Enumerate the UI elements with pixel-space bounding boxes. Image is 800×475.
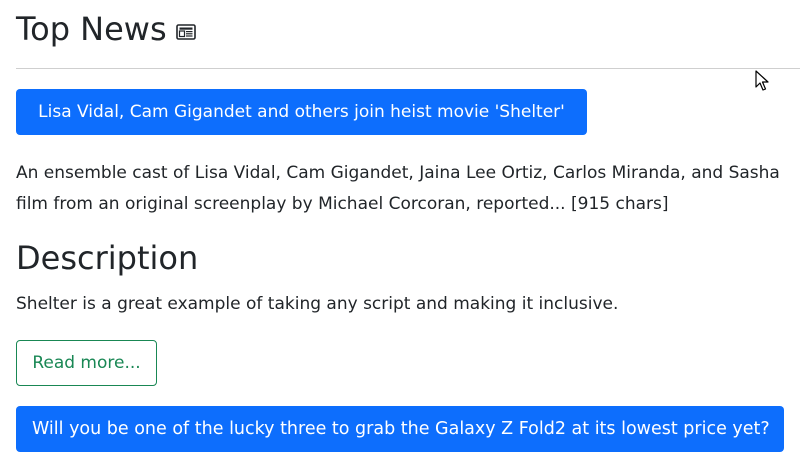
read-more-button[interactable]: Read more... — [16, 340, 157, 386]
page: Top News Lisa Vidal, Cam Gigandet and ot… — [0, 0, 800, 475]
header-divider — [16, 68, 800, 69]
article-description: Shelter is a great example of taking any… — [16, 294, 619, 314]
snippet-line: An ensemble cast of Lisa Vidal, Cam Giga… — [16, 163, 780, 183]
headline-button[interactable]: Will you be one of the lucky three to gr… — [16, 406, 784, 452]
page-title: Top News — [16, 10, 167, 48]
headline-button[interactable]: Lisa Vidal, Cam Gigandet and others join… — [16, 89, 587, 135]
article-snippet: An ensemble cast of Lisa Vidal, Cam Giga… — [16, 158, 800, 220]
mouse-cursor-icon — [755, 70, 769, 92]
newspaper-icon — [175, 23, 196, 41]
header: Top News — [16, 8, 196, 50]
snippet-line: film from an original screenplay by Mich… — [16, 194, 669, 214]
section-title: Description — [16, 239, 199, 277]
